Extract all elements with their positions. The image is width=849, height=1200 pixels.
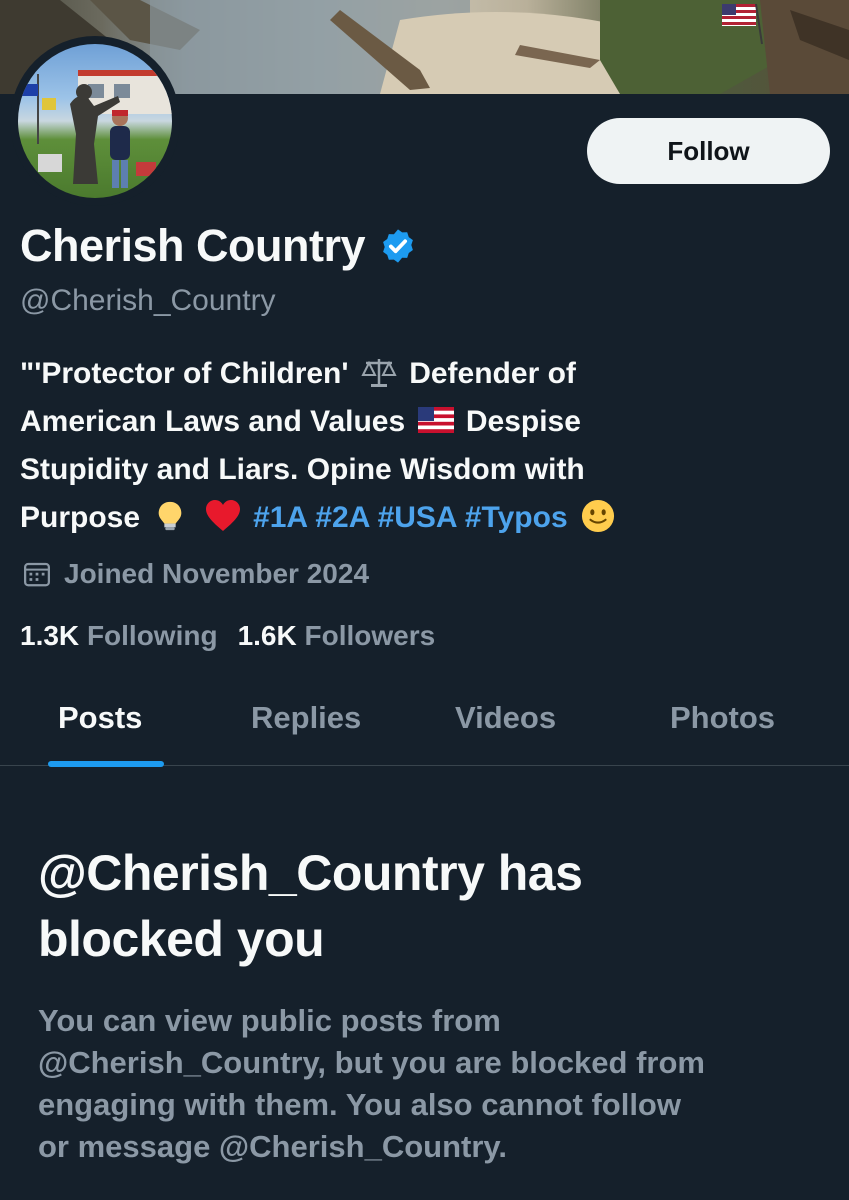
- blocked-desc-line: @Cherish_Country, but you are blocked fr…: [38, 1045, 705, 1080]
- followers-label: Followers: [304, 620, 436, 651]
- bio-line-1: "'Protector of Children' Defender of: [20, 350, 820, 398]
- calendar-icon: [24, 562, 50, 587]
- bio-line-4: Purpose #1A #2A #USA #Typos: [20, 494, 820, 542]
- profile-display-name: Cherish Country: [20, 220, 417, 272]
- bio-text: Purpose: [20, 501, 141, 534]
- scales-emoji-icon: [361, 359, 397, 387]
- avatar-image: [18, 44, 172, 198]
- bio-hashtags-link[interactable]: #1A #2A #USA #Typos: [253, 501, 568, 534]
- tab-posts[interactable]: Posts: [58, 700, 142, 736]
- verified-badge-icon[interactable]: [379, 227, 417, 265]
- bio-text: American Laws and Values: [20, 405, 406, 438]
- blocked-title: @Cherish_Country has blocked you: [38, 840, 828, 972]
- display-name-text: Cherish Country: [20, 220, 366, 271]
- follow-button[interactable]: Follow: [587, 118, 830, 184]
- tab-replies[interactable]: Replies: [251, 700, 361, 736]
- followers-count: 1.6K: [237, 620, 297, 651]
- followers-link[interactable]: 1.6K Followers: [238, 620, 436, 652]
- bio-line-3: Stupidity and Liars. Opine Wisdom with: [20, 453, 585, 486]
- profile-bio: "'Protector of Children' Defender of Ame…: [20, 350, 820, 542]
- following-link[interactable]: 1.3K Following: [20, 620, 218, 652]
- profile-tabs: Posts Replies Videos Photos: [0, 680, 849, 767]
- blocked-title-line: @Cherish_Country has: [38, 845, 583, 901]
- bio-text: Defender of: [409, 357, 576, 390]
- lightbulb-emoji-icon: [159, 501, 182, 531]
- profile-handle: @Cherish_Country: [20, 284, 276, 317]
- profile-stats: 1.3K Following 1.6K Followers: [20, 620, 435, 652]
- following-label: Following: [86, 620, 218, 651]
- bio-line-2: American Laws and Values Despise: [20, 398, 820, 446]
- us-flag-emoji-icon: [417, 407, 454, 433]
- red-heart-emoji-icon: [205, 500, 240, 531]
- joined-date: Joined November 2024: [22, 558, 369, 590]
- bio-text: Despise: [465, 405, 581, 438]
- bio-text: "'Protector of Children': [20, 357, 349, 390]
- following-count: 1.3K: [20, 620, 80, 651]
- blocked-description: You can view public posts from @Cherish_…: [38, 1000, 828, 1168]
- slightly-smiling-face-emoji-icon: [581, 499, 615, 533]
- joined-text: Joined November 2024: [64, 558, 370, 589]
- blocked-desc-line: engaging with them. You also cannot foll…: [38, 1087, 681, 1122]
- blocked-desc-line: You can view public posts from: [38, 1003, 501, 1038]
- active-tab-indicator: [48, 761, 164, 767]
- blocked-desc-line: or message @Cherish_Country.: [38, 1129, 507, 1164]
- profile-avatar[interactable]: [10, 36, 180, 206]
- tab-videos[interactable]: Videos: [455, 700, 556, 736]
- tab-photos[interactable]: Photos: [670, 700, 775, 736]
- blocked-title-line: blocked you: [38, 911, 325, 967]
